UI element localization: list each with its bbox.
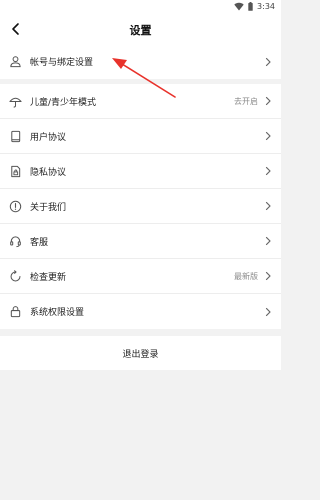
chevron-right-icon xyxy=(265,166,271,176)
settings-item-account-binding[interactable]: 帐号与绑定设置 xyxy=(0,44,281,79)
headset-icon xyxy=(8,234,22,248)
settings-item-label: 帐号与绑定设置 xyxy=(30,58,94,68)
logout-button[interactable]: 退出登录 xyxy=(0,336,281,370)
wifi-icon xyxy=(234,2,244,11)
settings-item-label: 用户协议 xyxy=(30,132,67,143)
top-bar: 设置 xyxy=(0,14,281,44)
chevron-right-icon xyxy=(265,131,271,141)
settings-item-value: 去开启 xyxy=(234,96,258,106)
battery-icon xyxy=(248,2,253,11)
settings-item-label: 客服 xyxy=(30,237,49,248)
settings-item-privacy-agreement[interactable]: 隐私协议 xyxy=(0,154,281,189)
settings-item-label: 隐私协议 xyxy=(30,167,67,178)
person-icon xyxy=(8,55,22,69)
chevron-right-icon xyxy=(265,236,271,246)
settings-section: 儿童/青少年模式 去开启 用户协议 隐私协议 关于我们 客服 检查更新 最新版 … xyxy=(0,84,281,329)
settings-item-customer-service[interactable]: 客服 xyxy=(0,224,281,259)
settings-item-label: 关于我们 xyxy=(30,202,67,213)
refresh-icon xyxy=(8,269,22,283)
settings-item-system-permissions[interactable]: 系统权限设置 xyxy=(0,294,281,329)
page-title: 设置 xyxy=(129,24,152,37)
book-icon xyxy=(8,129,22,143)
chevron-right-icon xyxy=(265,307,271,316)
chevron-right-icon xyxy=(265,201,271,211)
chevron-right-icon xyxy=(265,57,271,66)
settings-item-user-agreement[interactable]: 用户协议 xyxy=(0,119,281,154)
account-section: 帐号与绑定设置 xyxy=(0,44,281,79)
document-lock-icon xyxy=(8,164,22,178)
settings-item-about-us[interactable]: 关于我们 xyxy=(0,189,281,224)
settings-item-label: 检查更新 xyxy=(30,272,67,283)
status-time: 3:34 xyxy=(257,2,275,11)
info-icon xyxy=(8,199,22,213)
settings-item-value: 最新版 xyxy=(234,271,258,281)
settings-item-check-update[interactable]: 检查更新 最新版 xyxy=(0,259,281,294)
lock-icon xyxy=(8,305,22,319)
settings-item-label: 儿童/青少年模式 xyxy=(30,97,97,108)
settings-item-youth-mode[interactable]: 儿童/青少年模式 去开启 xyxy=(0,84,281,119)
settings-item-label: 系统权限设置 xyxy=(30,308,85,318)
chevron-right-icon xyxy=(265,271,271,281)
status-bar: 3:34 xyxy=(0,0,281,14)
umbrella-icon xyxy=(8,94,22,108)
chevron-right-icon xyxy=(265,96,271,106)
